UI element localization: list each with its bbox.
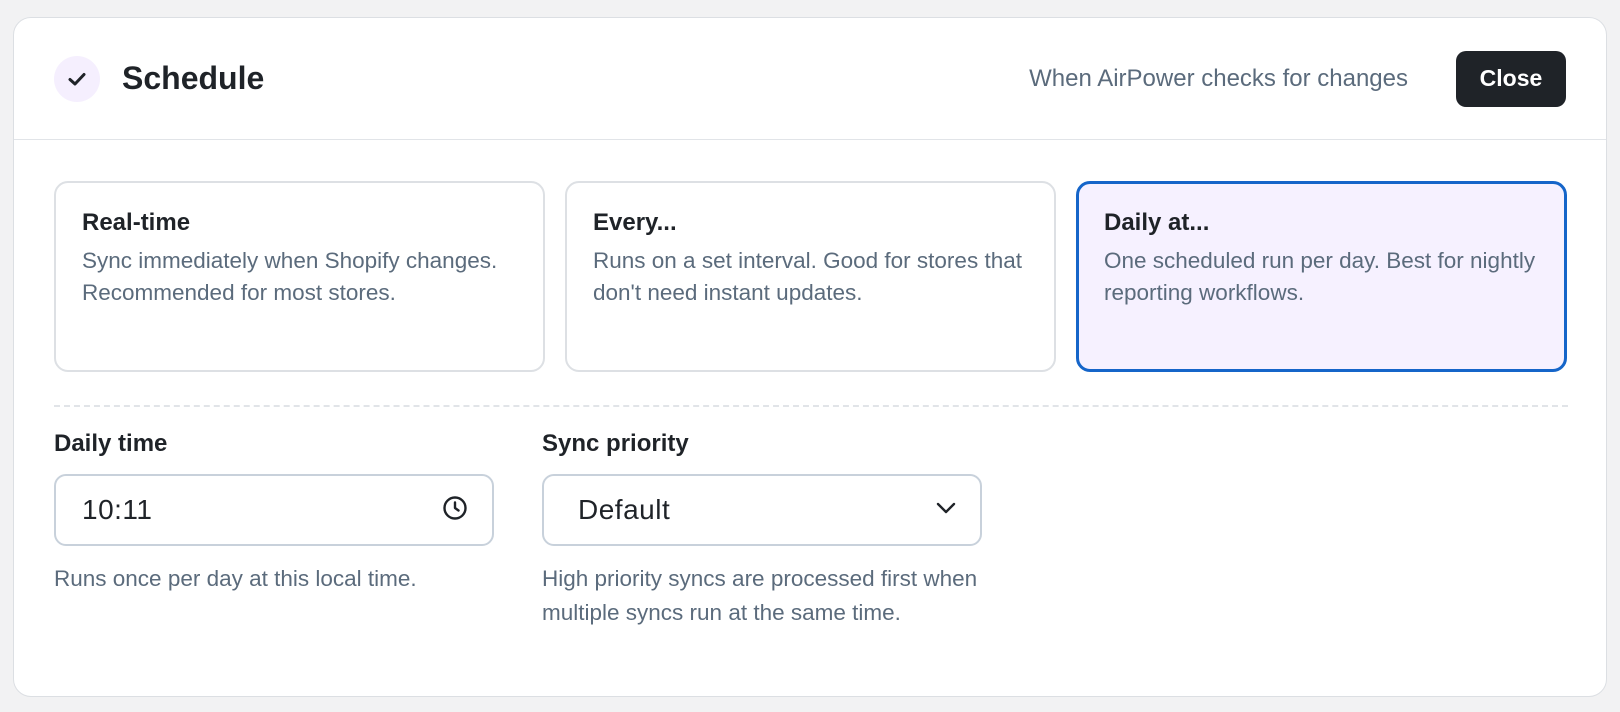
sync-priority-value: Default [578,494,671,525]
option-description: One scheduled run per day. Best for nigh… [1104,248,1536,305]
option-description: Runs on a set interval. Good for stores … [593,248,1022,305]
daily-time-field: Daily time 10:11 Runs once per day at th… [54,428,494,596]
daily-time-help: Runs once per day at this local time. [54,566,417,591]
panel-header: Schedule When AirPower checks for change… [14,18,1606,140]
schedule-panel: Schedule When AirPower checks for change… [13,17,1607,697]
sync-priority-field: Sync priority Default High priority sync… [542,428,982,630]
option-description: Sync immediately when Shopify changes. R… [82,248,498,305]
daily-time-value: 10:11 [82,494,153,525]
option-title: Real-time [82,209,191,236]
daily-time-input[interactable]: 10:11 [54,474,494,546]
sync-priority-select[interactable]: Default [542,474,982,546]
panel-subtitle: When AirPower checks for changes [1029,64,1408,92]
option-daily-at[interactable]: Daily at... One scheduled run per day. B… [1076,181,1567,372]
sync-priority-label: Sync priority [542,430,689,457]
option-real-time[interactable]: Real-time Sync immediately when Shopify … [54,181,545,372]
schedule-options: Real-time Sync immediately when Shopify … [54,181,1568,372]
daily-time-label: Daily time [54,430,168,457]
chevron-down-icon [936,501,956,519]
section-divider [54,405,1568,407]
sync-priority-help: High priority syncs are processed first … [542,566,978,625]
option-title: Every... [593,209,677,236]
option-title: Daily at... [1104,209,1210,236]
option-every[interactable]: Every... Runs on a set interval. Good fo… [565,181,1056,372]
panel-title: Schedule [122,60,265,96]
check-icon [54,55,100,102]
clock-icon[interactable] [442,495,468,526]
close-button[interactable]: Close [1456,50,1566,107]
